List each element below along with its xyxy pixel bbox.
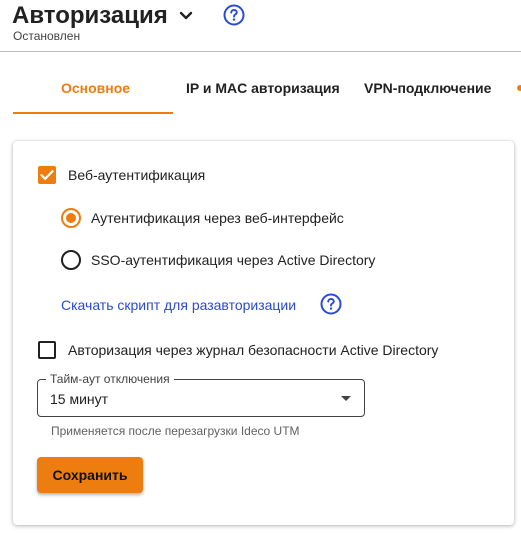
radio-sso-ad-label: SSO-аутентификация через Active Director… <box>91 252 376 268</box>
web-auth-label: Веб-аутентификация <box>68 167 206 183</box>
timeout-helper-text: Применяется после перезагрузки Ideco UTM <box>51 424 300 438</box>
status-text: Остановлен <box>13 29 81 43</box>
page-header: Авторизация Остановлен <box>0 0 521 52</box>
timeout-select-value: 15 минут <box>50 391 109 407</box>
timeout-select-label: Тайм-аут отключения <box>46 372 174 386</box>
ad-journal-label: Авторизация через журнал безопасности Ac… <box>68 342 439 358</box>
timeout-select[interactable]: Тайм-аут отключения 15 минут <box>37 372 365 417</box>
tab-general[interactable]: Основное <box>61 78 130 98</box>
tab-overflow-indicator[interactable] <box>517 85 521 91</box>
radio-web-interface[interactable] <box>61 208 81 228</box>
page-title: Авторизация <box>12 2 168 29</box>
dropdown-arrow-icon <box>341 396 351 401</box>
tab-vpn-connection[interactable]: VPN-подключение <box>364 78 491 98</box>
check-icon <box>40 170 54 180</box>
ad-journal-checkbox[interactable] <box>38 341 56 359</box>
radio-sso-ad[interactable] <box>61 250 81 270</box>
help-icon[interactable] <box>320 293 342 315</box>
help-icon[interactable] <box>223 4 245 26</box>
web-auth-checkbox[interactable] <box>38 166 56 184</box>
tab-bar: Основное IP и MAC авторизация VPN-подклю… <box>0 52 521 116</box>
download-deauth-script-link[interactable]: Скачать скрипт для разавторизации <box>61 296 296 314</box>
tab-ip-mac-auth[interactable]: IP и MAC авторизация <box>186 78 340 98</box>
radio-web-interface-label: Аутентификация через веб-интерфейс <box>91 210 344 226</box>
chevron-down-icon[interactable] <box>176 6 196 26</box>
active-tab-indicator <box>13 112 173 114</box>
settings-card: Веб-аутентификация Аутентификация через … <box>13 141 514 525</box>
save-button[interactable]: Сохранить <box>37 457 143 493</box>
